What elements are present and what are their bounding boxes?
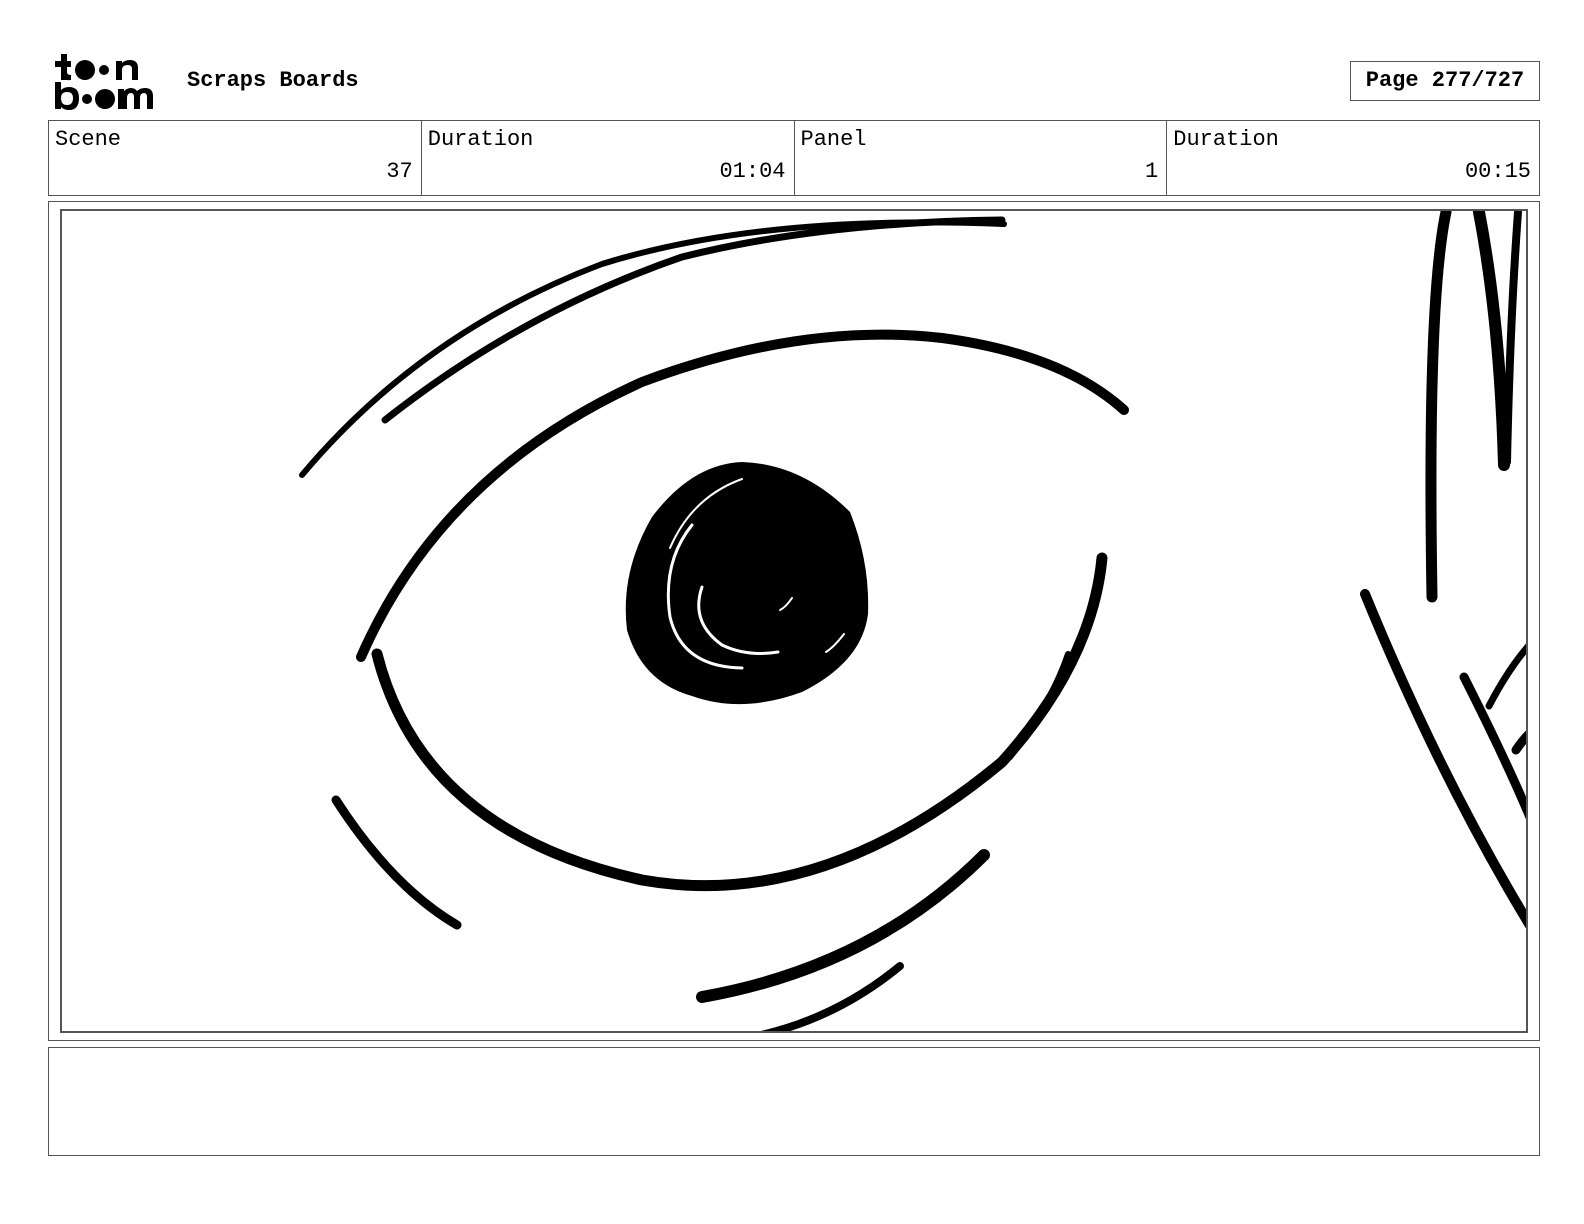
panel-duration-value: 00:15	[1464, 159, 1531, 184]
scene-duration-cell: Duration 01:04	[422, 121, 795, 195]
document-title: Scraps Boards	[187, 68, 359, 93]
scene-value: 37	[386, 159, 413, 184]
panel-image	[60, 209, 1528, 1033]
panel-duration-label: Duration	[1173, 127, 1279, 152]
panel-notes-box	[48, 1047, 1540, 1156]
panel-value: 1	[1145, 159, 1159, 184]
page-indicator: Page 277/727	[1350, 61, 1540, 101]
panel-cell: Panel 1	[795, 121, 1168, 195]
panel-label: Panel	[800, 127, 867, 152]
scene-cell: Scene 37	[49, 121, 422, 195]
scene-label: Scene	[55, 127, 122, 152]
panel-info-row: Scene 37 Duration 01:04 Panel 1 Duration…	[48, 120, 1540, 196]
panel-duration-cell: Duration 00:15	[1167, 121, 1539, 195]
toon-boom-logo	[52, 52, 164, 112]
eye-sketch-drawing	[299, 211, 1526, 1031]
scene-duration-value: 01:04	[719, 159, 786, 184]
scene-duration-label: Duration	[427, 127, 534, 152]
